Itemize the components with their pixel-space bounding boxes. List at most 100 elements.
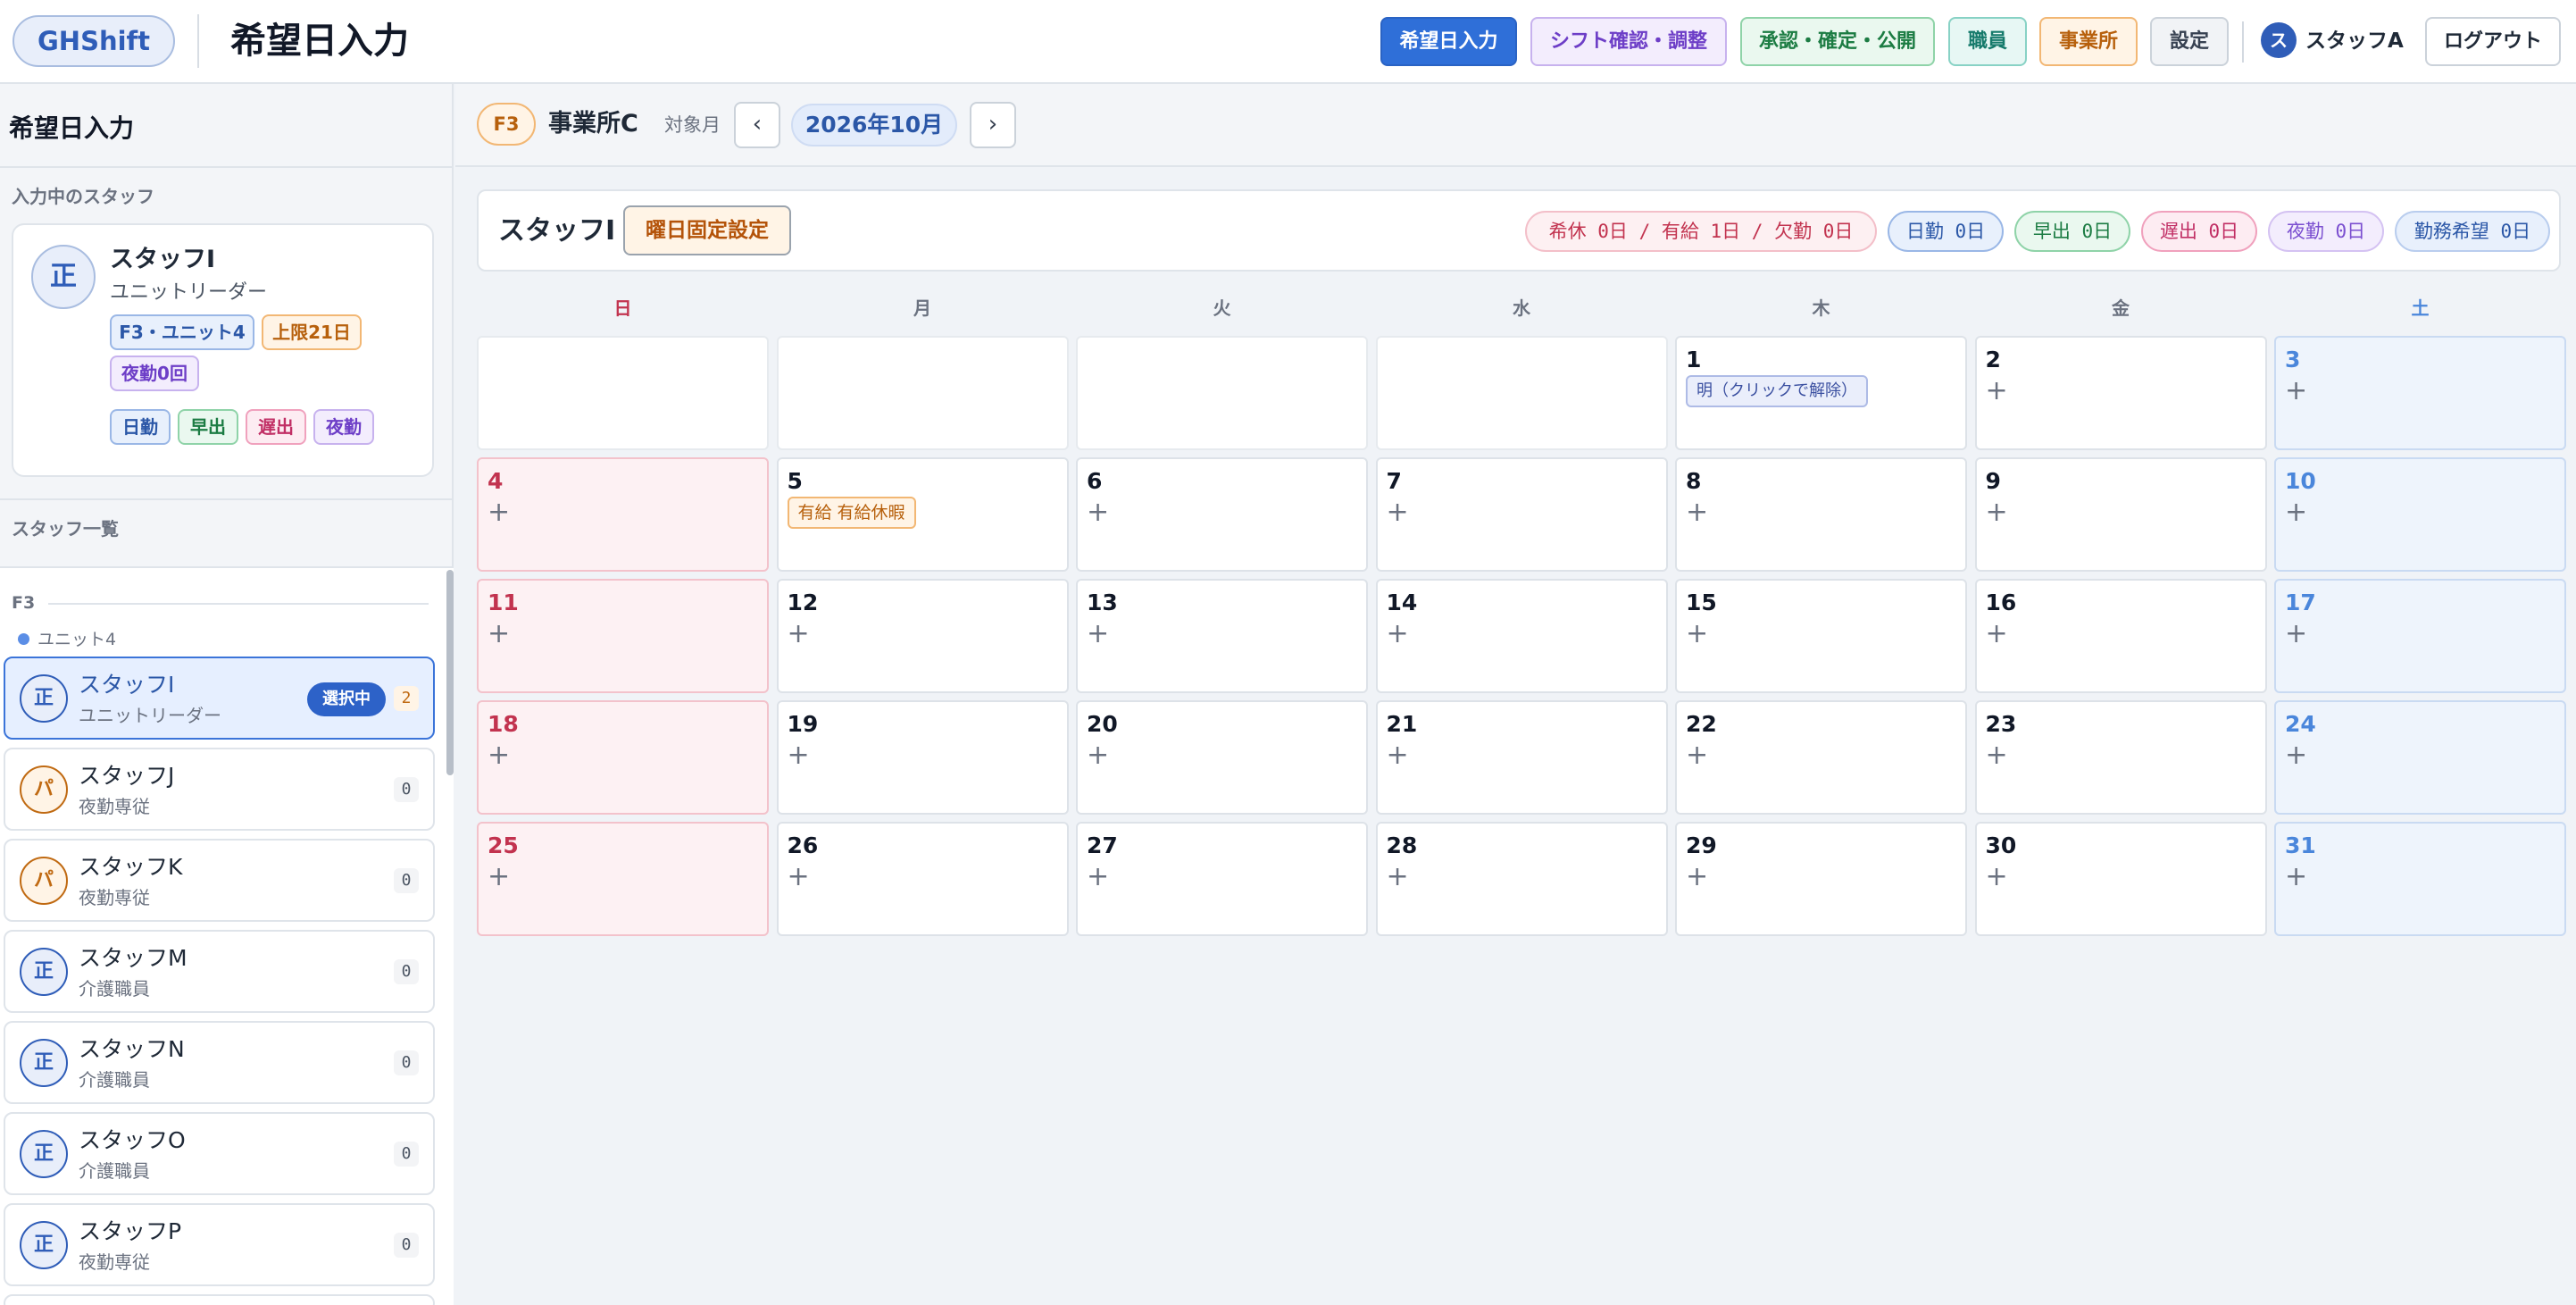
calendar-day-25[interactable]: 25 + (477, 822, 769, 936)
add-wish-icon[interactable]: + (1387, 497, 1409, 529)
calendar-day-14[interactable]: 14 + (1375, 579, 1668, 693)
calendar-empty-cell (477, 336, 769, 450)
app-logo[interactable]: GHShift (13, 15, 176, 67)
staff-row-i[interactable]: 正 スタッフI ユニットリーダー 選択中 2 (4, 657, 435, 740)
nav-office[interactable]: 事業所 (2039, 17, 2138, 66)
add-wish-icon[interactable]: + (488, 497, 510, 529)
calendar-day-11[interactable]: 11 + (477, 579, 769, 693)
add-wish-icon[interactable]: + (2285, 375, 2307, 407)
add-wish-icon[interactable]: + (2285, 740, 2307, 772)
calendar-day-4[interactable]: 4 + (477, 457, 769, 572)
calendar-day-28[interactable]: 28 + (1375, 822, 1668, 936)
logout-button[interactable]: ログアウト (2425, 17, 2561, 66)
add-wish-icon[interactable]: + (2285, 618, 2307, 650)
day-number: 3 (2285, 347, 2301, 372)
calendar-day-17[interactable]: 17 + (2274, 579, 2566, 693)
calendar-day-23[interactable]: 23 + (1974, 700, 2267, 815)
day-number: 26 (787, 832, 819, 858)
add-wish-icon[interactable]: + (1387, 740, 1409, 772)
add-wish-icon[interactable]: + (1986, 497, 2008, 529)
calendar-day-3[interactable]: 3 + (2274, 336, 2566, 450)
user-avatar[interactable]: ス (2261, 22, 2297, 58)
nav-settings[interactable]: 設定 (2150, 17, 2229, 66)
calendar-day-16[interactable]: 16 + (1974, 579, 2267, 693)
add-wish-icon[interactable]: + (1986, 740, 2008, 772)
staff-row-k[interactable]: パ スタッフK 夜勤専従 0 (4, 839, 435, 922)
add-wish-icon[interactable]: + (1387, 861, 1409, 893)
staff-name: スタッフP (79, 1218, 182, 1244)
add-wish-icon[interactable]: + (1686, 497, 1708, 529)
add-wish-icon[interactable]: + (1087, 618, 1109, 650)
add-wish-icon[interactable]: + (1387, 618, 1409, 650)
current-month[interactable]: 2026年10月 (791, 104, 957, 146)
add-wish-icon[interactable]: + (1686, 618, 1708, 650)
paid-leave-tag[interactable]: 有給 有給休暇 (787, 497, 916, 529)
calendar-day-12[interactable]: 12 + (776, 579, 1069, 693)
staff-row-n[interactable]: 正 スタッフN 介護職員 0 (4, 1021, 435, 1104)
shift-type-day: 日勤 (110, 409, 171, 445)
add-wish-icon[interactable]: + (1986, 861, 2008, 893)
add-wish-icon[interactable]: + (1087, 861, 1109, 893)
unit-dot-icon (18, 633, 29, 645)
calendar-day-19[interactable]: 19 + (776, 700, 1069, 815)
calendar-day-22[interactable]: 22 + (1675, 700, 1967, 815)
staff-list-scrollbar[interactable] (446, 570, 454, 775)
calendar-day-8[interactable]: 8 + (1675, 457, 1967, 572)
add-wish-icon[interactable]: + (2285, 497, 2307, 529)
day-number: 4 (488, 468, 504, 494)
day-number: 15 (1686, 590, 1717, 615)
night-shift-count: 夜勤 0日 (2268, 211, 2384, 252)
add-wish-icon[interactable]: + (1686, 861, 1708, 893)
add-wish-icon[interactable]: + (1686, 740, 1708, 772)
calendar-day-20[interactable]: 20 + (1076, 700, 1368, 815)
add-wish-icon[interactable]: + (1986, 375, 2008, 407)
nav-approve-publish[interactable]: 承認・確定・公開 (1740, 17, 1935, 66)
unit-badge: F3・ユニット4 (110, 314, 254, 350)
staff-row-m[interactable]: 正 スタッフM 介護職員 0 (4, 930, 435, 1013)
calendar-day-15[interactable]: 15 + (1675, 579, 1967, 693)
weekday-label: 水 (1513, 297, 1530, 319)
calendar-day-6[interactable]: 6 + (1076, 457, 1368, 572)
add-wish-icon[interactable]: + (488, 740, 510, 772)
calendar-day-2[interactable]: 2 + (1974, 336, 2267, 450)
add-wish-icon[interactable]: + (488, 618, 510, 650)
nav-shift-review[interactable]: シフト確認・調整 (1530, 17, 1727, 66)
calendar-day-7[interactable]: 7 + (1375, 457, 1668, 572)
nav-wish-input[interactable]: 希望日入力 (1380, 17, 1517, 66)
calendar-day-18[interactable]: 18 + (477, 700, 769, 815)
calendar-day-13[interactable]: 13 + (1076, 579, 1368, 693)
day-number: 6 (1087, 468, 1103, 494)
calendar-day-24[interactable]: 24 + (2274, 700, 2566, 815)
prev-month-button[interactable]: ‹ (734, 102, 780, 148)
add-wish-icon[interactable]: + (1986, 618, 2008, 650)
add-wish-icon[interactable]: + (788, 740, 810, 772)
nav-staff[interactable]: 職員 (1948, 17, 2027, 66)
next-month-button[interactable]: › (970, 102, 1016, 148)
staff-row-partial[interactable] (4, 1294, 435, 1305)
add-wish-icon[interactable]: + (488, 861, 510, 893)
calendar-day-26[interactable]: 26 + (776, 822, 1069, 936)
calendar-day-21[interactable]: 21 + (1375, 700, 1668, 815)
staff-row-o[interactable]: 正 スタッフO 介護職員 0 (4, 1112, 435, 1195)
day-number: 25 (488, 832, 519, 858)
calendar-day-1[interactable]: 1 明（クリックで解除） (1675, 336, 1967, 450)
staff-row-j[interactable]: パ スタッフJ 夜勤専従 0 (4, 748, 435, 831)
after-night-tag[interactable]: 明（クリックで解除） (1686, 375, 1868, 407)
office-name: 事業所C (548, 110, 638, 138)
calendar-day-10[interactable]: 10 + (2274, 457, 2566, 572)
staff-role: 夜勤専従 (79, 796, 150, 817)
calendar-day-5[interactable]: 5 有給 有給休暇 (776, 457, 1069, 572)
calendar-day-27[interactable]: 27 + (1076, 822, 1368, 936)
staff-row-p[interactable]: 正 スタッフP 夜勤専従 0 (4, 1203, 435, 1286)
add-wish-icon[interactable]: + (788, 618, 810, 650)
calendar-day-9[interactable]: 9 + (1974, 457, 2267, 572)
calendar-day-30[interactable]: 30 + (1974, 822, 2267, 936)
weekday-fixed-settings-button[interactable]: 曜日固定設定 (623, 205, 791, 255)
calendar-day-29[interactable]: 29 + (1675, 822, 1967, 936)
calendar-day-31[interactable]: 31 + (2274, 822, 2566, 936)
avatar: 正 (20, 1130, 68, 1178)
add-wish-icon[interactable]: + (1087, 740, 1109, 772)
add-wish-icon[interactable]: + (1087, 497, 1109, 529)
add-wish-icon[interactable]: + (2285, 861, 2307, 893)
add-wish-icon[interactable]: + (788, 861, 810, 893)
